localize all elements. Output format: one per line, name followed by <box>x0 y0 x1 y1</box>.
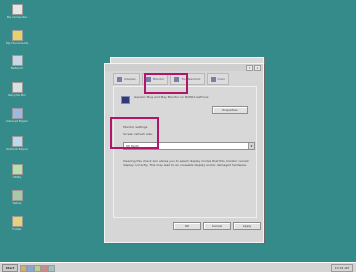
desktop-icon-label: Outlook Express <box>6 148 28 151</box>
chevron-down-icon[interactable]: ▾ <box>248 143 254 149</box>
network-icon <box>11 55 23 66</box>
desktop-icon-setup[interactable]: Setup <box>6 190 28 205</box>
dialog-titlebar: ? x <box>105 64 263 71</box>
cancel-button[interactable]: Cancel <box>203 222 231 230</box>
computer-icon <box>11 4 23 15</box>
properties-button[interactable]: Properties <box>212 106 248 114</box>
globe-icon <box>11 108 23 119</box>
close-button[interactable]: x <box>254 64 261 71</box>
desktop-icon-network[interactable]: Network <box>6 55 28 70</box>
desktop-icon-label: My Documents <box>6 42 28 45</box>
tool-icon <box>11 164 23 175</box>
desktop-icon-my-documents[interactable]: My Documents <box>6 30 28 45</box>
desktop-icon-folder[interactable]: Folder <box>6 216 28 231</box>
tab-panel: Generic Plug and Play Monitor on NVIDIA … <box>113 86 257 218</box>
highlight-box-tab <box>144 73 188 94</box>
folder-icon <box>11 216 23 227</box>
desktop-icon-label: Recycle Bin <box>8 94 26 97</box>
monitor-device-name: Generic Plug and Play Monitor on NVIDIA … <box>134 95 209 99</box>
mail-icon <box>11 136 23 147</box>
apply-button[interactable]: Apply <box>233 222 261 230</box>
recycle-bin-icon <box>11 82 23 93</box>
tab-adapter[interactable]: Adapter <box>113 73 140 85</box>
desktop-icon-label: My Computer <box>6 16 28 19</box>
tab-label: Color <box>217 77 226 81</box>
desktop-icon-label: Network <box>10 67 24 70</box>
desktop-icon-my-computer[interactable]: My Computer <box>6 4 28 19</box>
refresh-rate-note: Clearing this check box allows you to se… <box>123 159 249 167</box>
desktop-icon-outlook-express[interactable]: Outlook Express <box>6 136 28 151</box>
monitor-icon <box>121 96 130 104</box>
desktop-icon-recycle-bin[interactable]: Recycle Bin <box>6 82 28 97</box>
monitor-device-row: Generic Plug and Play Monitor on NVIDIA … <box>121 96 230 104</box>
desktop-icon-label: Utility <box>12 176 22 179</box>
setup-icon <box>11 190 23 201</box>
folder-icon <box>11 30 23 41</box>
desktop: My Computer My Documents Network Recycle… <box>0 0 356 262</box>
tab-color[interactable]: Color <box>206 73 230 85</box>
highlight-box-refresh <box>110 117 159 149</box>
desktop-icon-utility[interactable]: Utility <box>6 164 28 179</box>
desktop-icon-label: Internet Explorer <box>6 120 28 123</box>
desktop-icon-label: Setup <box>12 202 22 205</box>
desktop-icon-internet-explorer[interactable]: Internet Explorer <box>6 108 28 123</box>
ok-button[interactable]: OK <box>173 222 201 230</box>
color-icon <box>210 76 216 82</box>
adapter-icon <box>117 76 122 82</box>
tab-label: Adapter <box>124 77 136 81</box>
desktop-icon-label: Folder <box>12 228 22 231</box>
help-button[interactable]: ? <box>246 64 253 71</box>
